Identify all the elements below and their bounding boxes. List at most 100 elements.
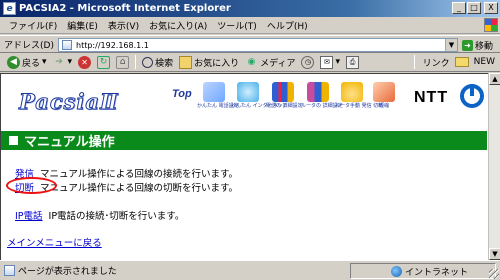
- nav-caption: 電話の 詳細設定: [266, 103, 303, 109]
- scroll-up-icon[interactable]: ▲: [489, 73, 500, 85]
- home-icon: ⌂: [116, 55, 130, 69]
- search-button[interactable]: 検索: [139, 56, 176, 69]
- connect-row: 発信 マニュアル操作による回線の接続を行います。: [15, 166, 238, 180]
- top-link[interactable]: Top: [172, 88, 192, 100]
- print-button[interactable]: ⎙: [343, 55, 362, 69]
- links-button[interactable]: リンク: [420, 56, 453, 69]
- phone-settings-icon: [203, 82, 225, 102]
- pacsia-logo: PacsiaⅡ: [19, 89, 119, 115]
- nav-phone-detail-settings[interactable]: 電話の 詳細設定: [266, 82, 303, 109]
- close-button[interactable]: X: [484, 2, 498, 14]
- search-icon: [142, 56, 154, 68]
- print-icon: ⎙: [346, 55, 360, 69]
- favorites-label: お気に入り: [194, 58, 240, 69]
- address-bar: アドレス(D) http://192.168.1.1 ▼ ➜ 移動: [0, 35, 500, 53]
- back-label: 戻る: [22, 58, 41, 69]
- highlight-circle: [6, 177, 57, 194]
- menu-help[interactable]: ヘルプ(H): [262, 19, 313, 32]
- vertical-scrollbar[interactable]: ▲ ▼: [488, 73, 500, 260]
- history-button[interactable]: ◷: [298, 55, 317, 69]
- history-icon: ◷: [301, 55, 315, 69]
- nav-easy-phone-settings[interactable]: かんたん 電話設定: [197, 82, 239, 109]
- window-controls: _ □ X: [452, 2, 498, 14]
- connect-description: マニュアル操作による回線の接続を行います。: [40, 169, 238, 180]
- disconnect-description: マニュアル操作による回線の切断を行います。: [40, 183, 238, 194]
- heading-text: マニュアル操作: [24, 135, 115, 150]
- toolbar-right: リンク NEW: [411, 55, 498, 69]
- menu-file[interactable]: ファイル(F): [4, 19, 62, 32]
- back-arrow-icon: ◀: [7, 55, 20, 69]
- nav-easy-internet[interactable]: かんたん インターネット: [231, 82, 288, 109]
- security-zone: イントラネット: [350, 263, 496, 279]
- toolbar-separator: [135, 55, 137, 69]
- maximize-button[interactable]: □: [467, 2, 481, 14]
- window-title: PACSIA2 - Microsoft Internet Explorer: [19, 3, 231, 14]
- mail-dropdown-icon[interactable]: ▾: [335, 57, 340, 67]
- nav-speed-dial[interactable]: 短縮: [367, 82, 401, 109]
- router-detail-icon: [307, 82, 329, 102]
- ip-phone-description: IP電話の接続･切断を行います。: [48, 211, 185, 222]
- favorites-icon: [179, 55, 193, 69]
- manual-dial-hand-icon: [341, 82, 363, 102]
- internet-icon: [237, 82, 259, 102]
- refresh-button[interactable]: ↻: [94, 55, 113, 69]
- windows-logo-icon: [484, 18, 498, 32]
- minimize-button[interactable]: _: [452, 2, 466, 14]
- media-label: メディア: [260, 58, 296, 69]
- menu-bar: ファイル(F) 編集(E) 表示(V) お気に入り(A) ツール(T) ヘルプ(…: [0, 17, 500, 34]
- forward-dropdown-icon[interactable]: ▾: [68, 57, 73, 67]
- stop-button[interactable]: ✕: [75, 55, 94, 69]
- page-icon: [62, 40, 72, 50]
- forward-arrow-icon: ➔: [55, 57, 63, 67]
- ntt-logo-icon: [460, 84, 484, 108]
- main-menu-link[interactable]: メインメニューに戻る: [7, 235, 102, 249]
- menu-edit[interactable]: 編集(E): [62, 19, 103, 32]
- menu-view[interactable]: 表示(V): [103, 19, 144, 32]
- go-arrow-icon: ➜: [462, 39, 473, 51]
- address-label: アドレス(D): [4, 40, 54, 51]
- nav-router-detail-settings[interactable]: ルータの 詳細設定: [301, 82, 343, 109]
- nav-caption: 短縮: [378, 103, 389, 109]
- back-button[interactable]: ◀ 戻る ▾: [4, 55, 50, 69]
- go-label: 移動: [475, 41, 494, 52]
- mail-button[interactable]: ✉ ▾: [317, 55, 343, 69]
- favorites-button[interactable]: お気に入り: [176, 55, 242, 69]
- nav-router-manual[interactable]: ルータ手動 発信 切断: [335, 82, 384, 109]
- forward-button[interactable]: ➔ ▾: [50, 56, 76, 69]
- home-button[interactable]: ⌂: [113, 55, 132, 69]
- status-text: ページが表示されました: [18, 267, 117, 277]
- back-dropdown-icon[interactable]: ▾: [42, 57, 47, 67]
- heading-bullet-icon: [9, 136, 18, 145]
- media-icon: ◉: [247, 57, 256, 67]
- new-link[interactable]: NEW: [471, 57, 498, 67]
- stop-icon: ✕: [78, 55, 92, 69]
- address-input[interactable]: http://192.168.1.1 ▼: [58, 38, 458, 52]
- phone-detail-icon: [272, 82, 294, 102]
- nav-caption: かんたん インターネット: [231, 103, 288, 109]
- nav-caption: かんたん 電話設定: [197, 103, 239, 109]
- menu-favorites[interactable]: お気に入り(A): [144, 19, 212, 32]
- media-button[interactable]: ◉ メディア: [242, 56, 298, 69]
- status-bar: ページが表示されました イントラネット: [0, 260, 500, 280]
- scroll-down-icon[interactable]: ▼: [489, 248, 500, 260]
- menu-tools[interactable]: ツール(T): [212, 19, 262, 32]
- page-content: PacsiaⅡ Top かんたん 電話設定 かんたん インターネット 電話の 詳…: [0, 73, 488, 260]
- page-done-icon: [4, 265, 15, 276]
- resize-grip-icon[interactable]: [489, 269, 499, 279]
- ie-icon: e: [3, 2, 16, 15]
- intranet-zone-icon: [391, 265, 402, 277]
- address-url[interactable]: http://192.168.1.1: [76, 41, 149, 50]
- nav-caption: ルータ手動 発信 切断: [335, 103, 384, 109]
- ip-phone-link[interactable]: IP電話: [15, 208, 43, 222]
- search-label: 検索: [155, 58, 174, 69]
- mail-icon: ✉: [320, 55, 334, 69]
- folder-icon: [454, 57, 469, 67]
- address-dropdown-icon[interactable]: ▼: [445, 39, 457, 51]
- window-titlebar: e PACSIA2 - Microsoft Internet Explorer …: [0, 0, 500, 17]
- refresh-icon: ↻: [97, 55, 111, 69]
- go-button[interactable]: ➜ 移動: [462, 38, 493, 52]
- standard-toolbar: ◀ 戻る ▾ ➔ ▾ ✕ ↻ ⌂ 検索 お気に入り ◉ メディア ◷ ✉ ▾ ⎙…: [0, 53, 500, 72]
- nav-caption: ルータの 詳細設定: [301, 103, 343, 109]
- zone-label: イントラネット: [405, 267, 469, 278]
- section-heading: マニュアル操作: [1, 131, 487, 150]
